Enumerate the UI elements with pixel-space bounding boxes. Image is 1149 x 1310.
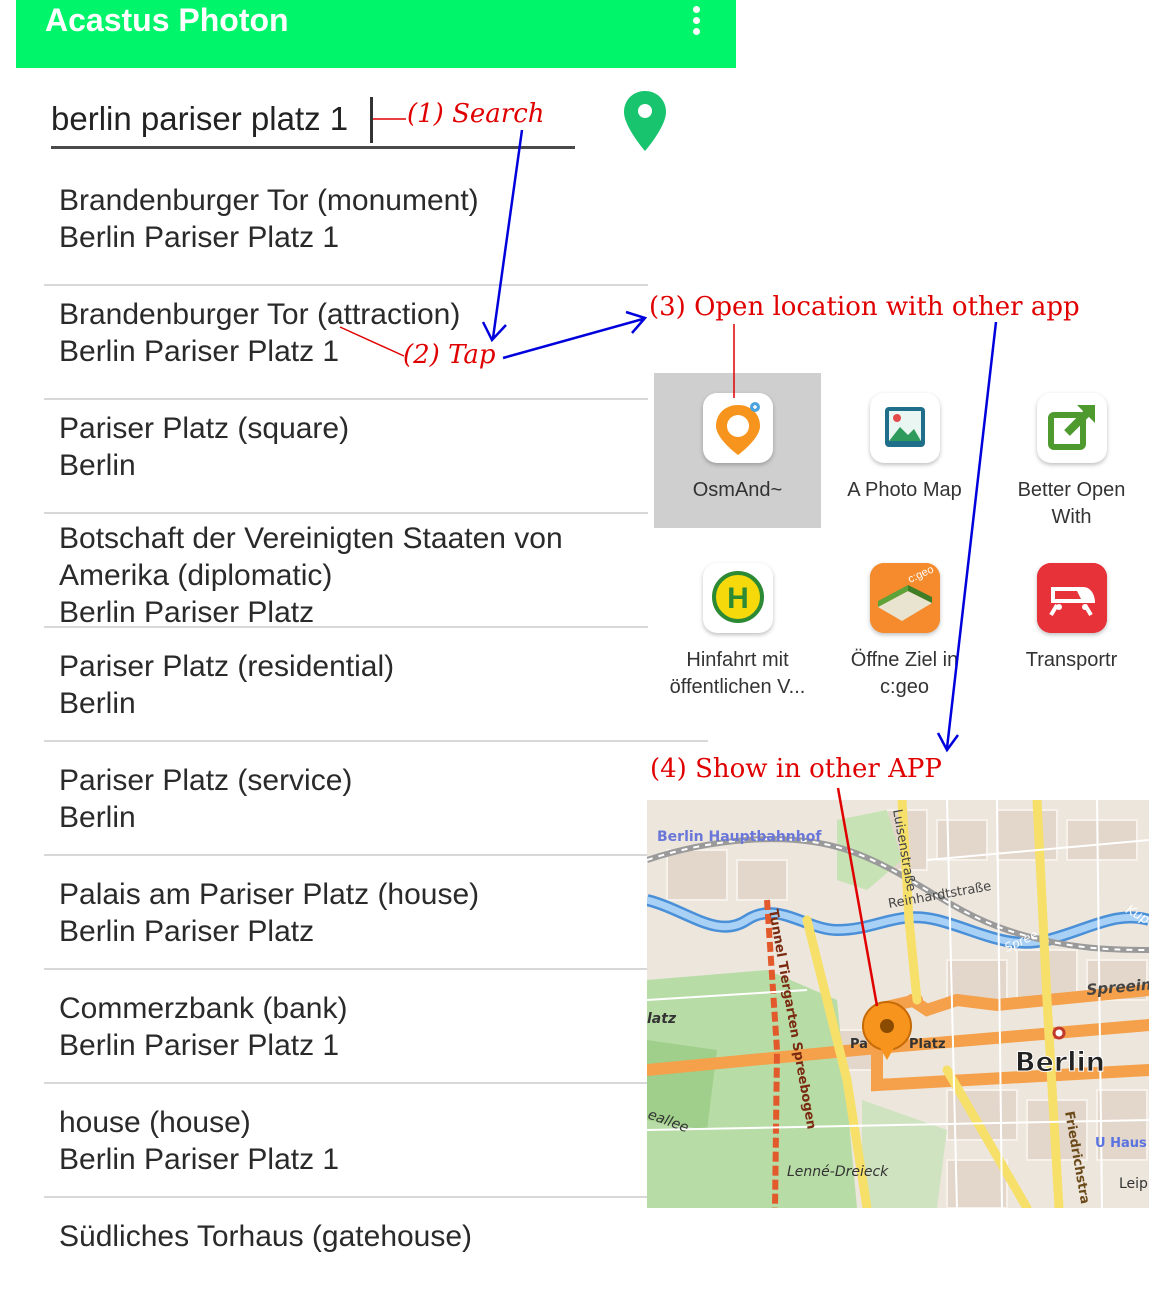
list-item[interactable]: house (house) Berlin Pariser Platz 1 [44,1084,648,1198]
result-address: Berlin [59,801,136,834]
open-with-chooser: OsmAnd~ A Photo Map Better Open With H H… [654,373,1149,723]
list-item[interactable]: Botschaft der Vereinigten Staaten von Ame… [44,514,648,629]
result-name: Palais am Pariser Platz (house) [59,878,480,911]
list-item[interactable]: Pariser Platz (residential) Berlin [44,628,708,742]
app-option-photo-map[interactable]: A Photo Map [821,393,988,504]
results-list: Brandenburger Tor (monument) Berlin Paris… [44,172,708,1310]
result-name: Südliches Torhaus (gatehouse) [59,1220,473,1253]
list-item[interactable]: Commerzbank (bank) Berlin Pariser Platz 1 [44,970,648,1084]
osm-map[interactable]: Berlin Hauptbahnhof Luisenstraße Reinhar… [647,800,1149,1208]
app-label: Better Open With [1017,479,1126,528]
result-address: Berlin Pariser Platz 1 [59,335,340,368]
annotation-search: (1) Search [407,99,545,129]
search-input[interactable] [51,98,371,140]
map-canvas: Berlin Hauptbahnhof Luisenstraße Reinhar… [647,800,1149,1208]
bus-stop-h-icon: H [702,563,773,633]
annotation-show: (4) Show in other APP [650,754,942,784]
svg-text:U Haus: U Haus [1095,1136,1147,1151]
list-item[interactable]: Südliches Torhaus (gatehouse) [44,1198,648,1310]
app-title: Acastus Photon [45,2,289,38]
app-option-hinfahrt[interactable]: H Hinfahrt mit öffentlichen V... [654,563,821,701]
result-address: Berlin Pariser Platz 1 [59,221,340,254]
app-label: Öffne Ziel in c:geo [850,649,959,698]
result-address: Berlin Pariser Platz 1 [59,1029,340,1062]
app-option-cgeo[interactable]: c:geo Öffne Ziel in c:geo [821,563,988,701]
location-pin-icon[interactable] [622,90,668,152]
app-option-osmand[interactable]: OsmAnd~ [654,393,821,504]
result-address: Berlin Pariser Platz 1 [59,1143,340,1176]
result-address: Berlin [59,449,136,482]
app-option-transportr[interactable]: Transportr [988,563,1149,674]
svg-text:latz: latz [647,1011,677,1027]
app-label: Transportr [1025,649,1118,671]
result-name: Commerzbank (bank) [59,992,348,1025]
photo-map-icon [869,393,940,463]
list-item[interactable]: Brandenburger Tor (monument) Berlin Paris… [44,172,648,286]
list-item[interactable]: Palais am Pariser Platz (house) Berlin Pa… [44,856,648,970]
result-address: Berlin [59,687,136,720]
app-bar: Acastus Photon [16,0,736,68]
svg-text:Lenné-Dreieck: Lenné-Dreieck [787,1164,889,1180]
svg-text:Berlin: Berlin [1015,1047,1105,1078]
result-address: Berlin Pariser Platz [59,915,315,948]
transportr-train-icon [1036,563,1107,633]
result-name: Brandenburger Tor (attraction) [59,298,461,331]
result-name-continued: Amerika (diplomatic) [59,559,333,592]
result-name: Pariser Platz (square) [59,412,350,445]
result-address: Berlin Pariser Platz [59,596,315,629]
text-cursor [370,97,373,143]
list-item[interactable]: Brandenburger Tor (attraction) Berlin Par… [44,286,648,400]
svg-text:Pa: Pa [850,1037,868,1052]
svg-text:Platz: Platz [909,1037,946,1052]
better-open-with-icon [1036,393,1107,463]
app-label: Hinfahrt mit öffentlichen V... [669,649,806,698]
annotation-open-with: (3) Open location with other app [649,292,1080,322]
cgeo-icon: c:geo [869,563,940,633]
app-option-better-open-with[interactable]: Better Open With [988,393,1149,531]
app-label: OsmAnd~ [692,479,783,501]
svg-text:Berlin Hauptbahnhof: Berlin Hauptbahnhof [657,829,822,845]
result-name: Pariser Platz (residential) [59,650,395,683]
list-item[interactable]: Pariser Platz (square) Berlin [44,400,648,514]
svg-text:Leip: Leip [1119,1176,1148,1192]
osmand-icon [702,393,773,463]
result-name: house (house) [59,1106,251,1139]
app-label: A Photo Map [847,479,962,501]
svg-text:H: H [727,582,749,615]
result-name: Pariser Platz (service) [59,764,353,797]
list-item[interactable]: Pariser Platz (service) Berlin [44,742,648,856]
annotation-tap: (2) Tap [403,340,496,370]
overflow-menu-icon[interactable] [690,4,704,36]
result-name: Botschaft der Vereinigten Staaten von [59,522,563,555]
search-underline [51,146,575,149]
result-name: Brandenburger Tor (monument) [59,184,479,217]
